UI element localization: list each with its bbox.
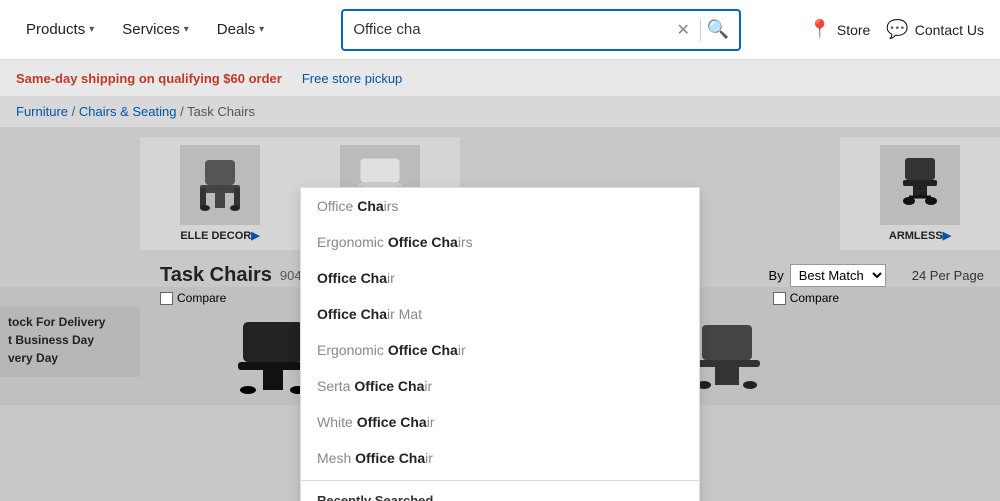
per-page: 24 Per Page xyxy=(912,268,984,283)
product-label-armless[interactable]: ARMLESS▶ xyxy=(889,229,951,242)
compare-checkbox-1[interactable] xyxy=(160,292,173,305)
promo-shipping: Same-day shipping on qualifying $60 orde… xyxy=(16,71,282,86)
product-label-elle[interactable]: ELLE DECOR▶ xyxy=(180,229,259,242)
promo-free-pickup: Free store pickup xyxy=(302,71,402,86)
suggestion-text-2: Ergonomic Office Chairs xyxy=(317,234,473,250)
clear-icon[interactable]: ✕ xyxy=(672,20,693,40)
chevron-down-icon: ▾ xyxy=(259,24,264,35)
suggestion-item-3[interactable]: Office Chair xyxy=(301,260,699,296)
sidebar-spacer xyxy=(0,137,140,250)
location-icon: 📍 xyxy=(808,19,830,40)
product-img-armless xyxy=(880,145,960,225)
suggestion-text-8: Mesh Office Chair xyxy=(317,450,433,466)
nav-products-label: Products xyxy=(26,21,85,38)
store-label: Store xyxy=(837,22,870,38)
nav-deals-label: Deals xyxy=(217,21,255,38)
suggestion-text-7: White Office Chair xyxy=(317,414,434,430)
nav-item-services[interactable]: Services ▾ xyxy=(112,13,199,46)
suggestion-item-8[interactable]: Mesh Office Chair xyxy=(301,440,699,476)
product-img-elle xyxy=(180,145,260,225)
search-box: ✕ 🔍 xyxy=(341,9,741,51)
chat-icon: 💬 xyxy=(886,19,908,40)
search-divider xyxy=(700,19,701,41)
contact-button[interactable]: 💬 Contact Us xyxy=(886,19,984,40)
chair-svg-armless xyxy=(895,153,945,218)
suggestion-item-4[interactable]: Office Chair Mat xyxy=(301,296,699,332)
breadcrumb-sep: / xyxy=(72,104,79,119)
chevron-down-icon: ▾ xyxy=(89,24,94,35)
product-card-armless: ARMLESS▶ xyxy=(840,137,1000,250)
product-card-elle: ELLE DECOR▶ xyxy=(140,137,300,250)
nav-items: Products ▾ Services ▾ Deals ▾ xyxy=(16,13,274,46)
compare-checkbox-3[interactable] xyxy=(773,292,786,305)
dropdown-divider xyxy=(301,480,699,481)
compare-item-1: Compare xyxy=(160,291,226,305)
breadcrumb: Furniture / Chairs & Seating / Task Chai… xyxy=(0,96,1000,127)
suggestion-text-5: Ergonomic Office Chair xyxy=(317,342,466,358)
header-right: 📍 Store 💬 Contact Us xyxy=(808,19,984,40)
left-delivery-sidebar: tock For Delivery t Business Day very Da… xyxy=(0,307,140,377)
compare-label-3: Compare xyxy=(790,291,839,305)
delivery-line2: t Business Day xyxy=(8,333,132,347)
search-dropdown: Office Chairs Ergonomic Office Chairs Of… xyxy=(300,187,700,501)
elle-arrow: ▶ xyxy=(251,230,259,242)
breadcrumb-furniture[interactable]: Furniture xyxy=(16,104,68,119)
search-container: ✕ 🔍 xyxy=(274,9,808,51)
nav-item-products[interactable]: Products ▾ xyxy=(16,13,104,46)
suggestion-item-1[interactable]: Office Chairs xyxy=(301,188,699,224)
suggestion-item-2[interactable]: Ergonomic Office Chairs xyxy=(301,224,699,260)
suggestion-item-6[interactable]: Serta Office Chair xyxy=(301,368,699,404)
suggestion-text-3: Office Chair xyxy=(317,270,395,286)
delivery-line3: very Day xyxy=(8,351,132,365)
search-icon[interactable]: 🔍 xyxy=(707,19,729,40)
compare-label-1: Compare xyxy=(177,291,226,305)
chair-svg-elle xyxy=(185,150,255,220)
suggestion-text-4: Office Chair Mat xyxy=(317,306,422,322)
suggestion-item-5[interactable]: Ergonomic Office Chair xyxy=(301,332,699,368)
nav-item-deals[interactable]: Deals ▾ xyxy=(207,13,274,46)
chevron-down-icon: ▾ xyxy=(184,24,189,35)
nav-services-label: Services xyxy=(122,21,180,38)
sort-controls: By Best Match 24 Per Page xyxy=(769,264,984,287)
task-chairs-title: Task Chairs xyxy=(160,264,272,287)
breadcrumb-task-chairs: Task Chairs xyxy=(187,104,255,119)
breadcrumb-chairs[interactable]: Chairs & Seating xyxy=(79,104,177,119)
header: Products ▾ Services ▾ Deals ▾ ✕ 🔍 📍 Stor… xyxy=(0,0,1000,60)
promo-bar: Same-day shipping on qualifying $60 orde… xyxy=(0,60,1000,96)
suggestion-item-7[interactable]: White Office Chair xyxy=(301,404,699,440)
suggestion-text-6: Serta Office Chair xyxy=(317,378,432,394)
delivery-line1: tock For Delivery xyxy=(8,315,132,329)
recently-searched-label: Recently Searched xyxy=(301,485,699,501)
suggestion-text-1: Office Chairs xyxy=(317,198,398,214)
contact-label: Contact Us xyxy=(915,22,984,38)
main-content: ELLE DECOR▶ WHITE▶ xyxy=(0,127,1000,501)
search-input[interactable] xyxy=(353,21,672,38)
store-button[interactable]: 📍 Store xyxy=(808,19,870,40)
sort-select[interactable]: Best Match xyxy=(790,264,886,287)
sort-by-label: By xyxy=(769,268,784,283)
compare-item-3: Compare xyxy=(773,291,839,305)
